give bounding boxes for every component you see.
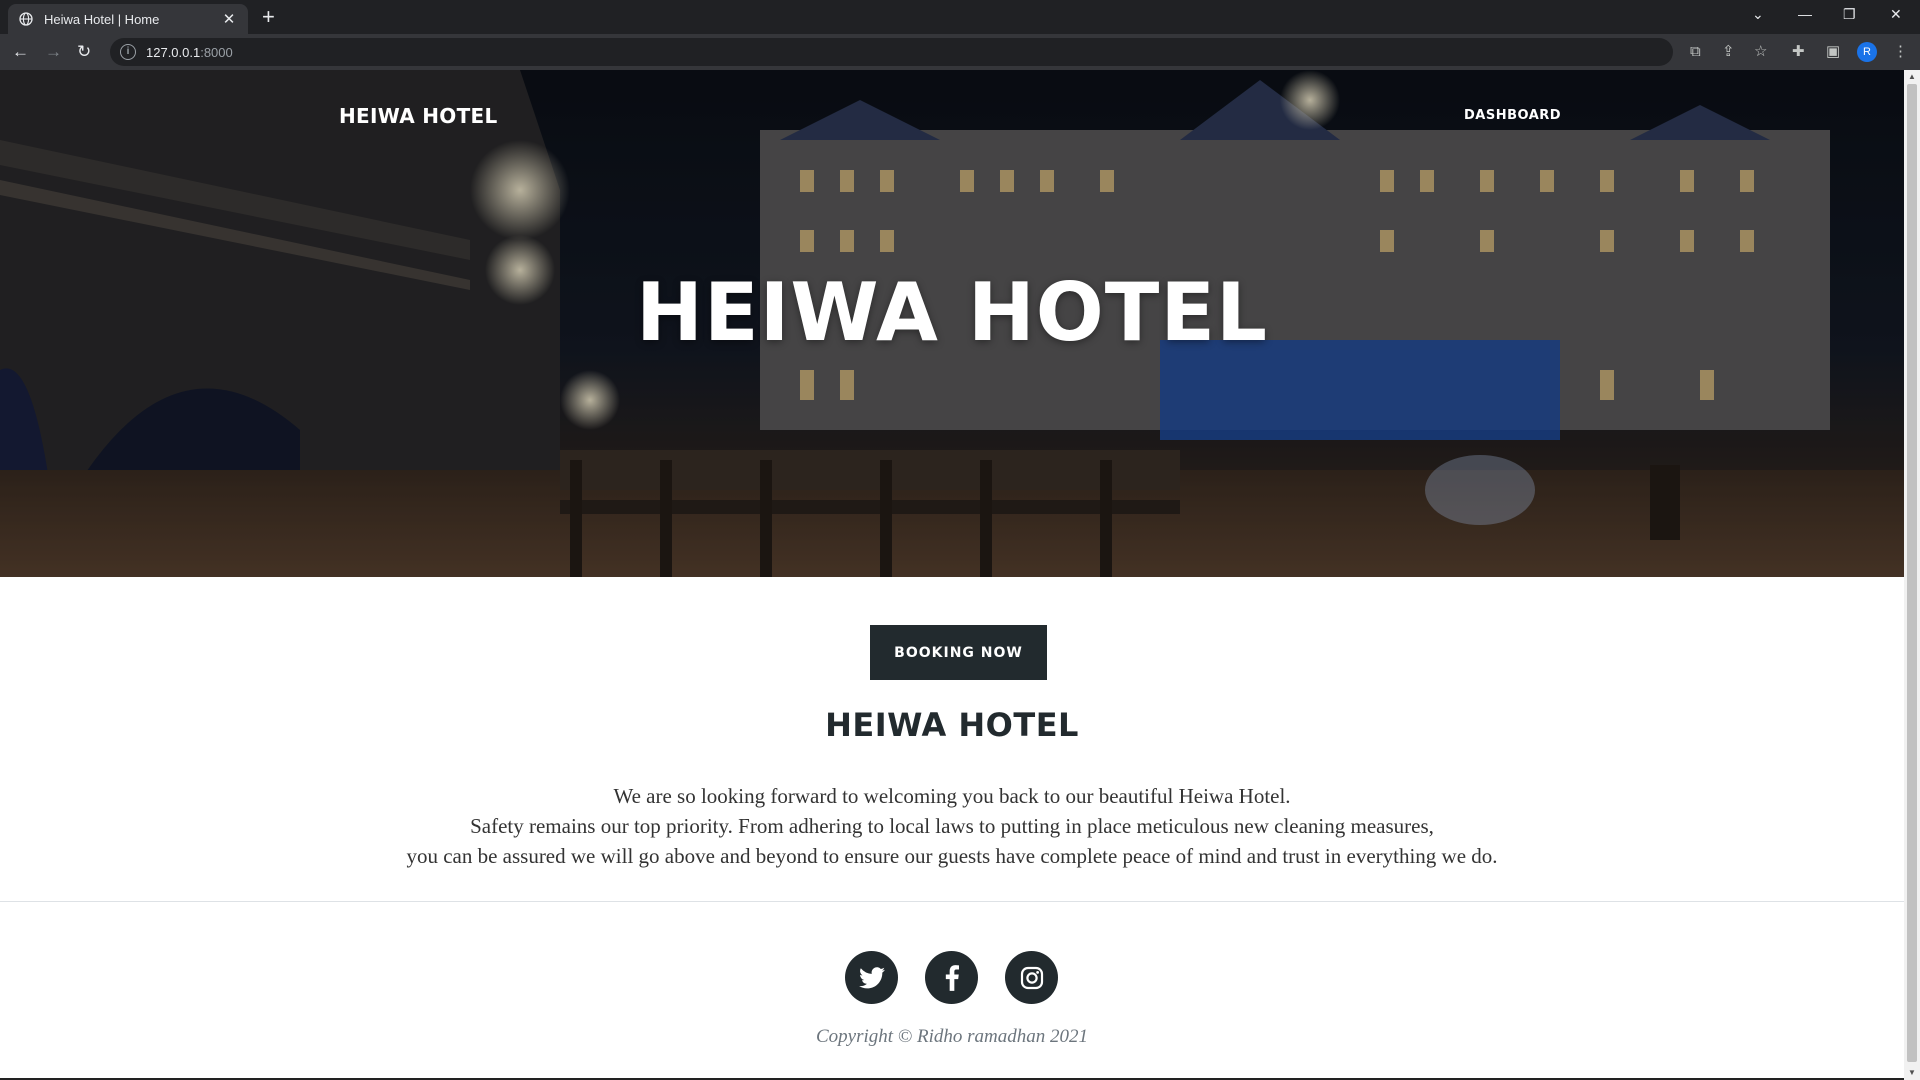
browser-toolbar: ← → ↻ i 127.0.0.1:8000 ⧉ ⇪ ☆ ✚ ▣ R ⋮: [0, 34, 1920, 70]
instagram-button[interactable]: [1005, 951, 1058, 1004]
facebook-button[interactable]: [925, 951, 978, 1004]
description-line: We are so looking forward to welcoming y…: [613, 784, 1291, 808]
tab-search-icon[interactable]: ⌄: [1752, 6, 1764, 23]
bookmark-star-icon[interactable]: ☆: [1754, 43, 1767, 61]
scroll-down-icon[interactable]: ▼: [1908, 1068, 1916, 1077]
twitter-icon: [858, 966, 885, 988]
new-tab-icon[interactable]: +: [262, 6, 275, 28]
back-icon[interactable]: ←: [12, 42, 29, 62]
nav-dashboard-link[interactable]: DASHBOARD: [1464, 108, 1561, 123]
hero-title: HEIWA HOTEL: [636, 266, 1268, 359]
description-line: you can be assured we will go above and …: [406, 844, 1498, 868]
hero-section: HEIWA HOTEL DASHBOARD HEIWA HOTEL: [0, 70, 1904, 577]
restore-icon[interactable]: ❐: [1843, 6, 1856, 23]
minimize-icon[interactable]: —: [1798, 6, 1812, 22]
translate-icon[interactable]: ⧉: [1690, 43, 1701, 61]
close-tab-icon[interactable]: ✕: [220, 10, 238, 28]
profile-avatar[interactable]: R: [1857, 42, 1877, 62]
address-bar[interactable]: i 127.0.0.1:8000: [110, 38, 1673, 66]
globe-icon: [18, 11, 34, 27]
hotel-description: We are so looking forward to welcoming y…: [0, 781, 1904, 871]
browser-tab-strip: Heiwa Hotel | Home ✕ + ⌄ — ❐ ✕: [0, 0, 1920, 34]
page-scrollbar[interactable]: ▲ ▼: [1904, 70, 1920, 1080]
url-host: 127.0.0.1: [146, 44, 201, 60]
twitter-button[interactable]: [845, 951, 898, 1004]
url-port: :8000: [200, 44, 233, 60]
booking-now-button[interactable]: BOOKING NOW: [870, 625, 1047, 680]
scrollbar-thumb[interactable]: [1907, 84, 1917, 1062]
section-title: HEIWA HOTEL: [825, 706, 1079, 744]
window-close-icon[interactable]: ✕: [1890, 6, 1902, 23]
reload-icon[interactable]: ↻: [77, 42, 91, 62]
site-brand-link[interactable]: HEIWA HOTEL: [339, 104, 498, 128]
copyright-text: Copyright © Ridho ramadhan 2021: [816, 1026, 1088, 1047]
instagram-icon: [1020, 966, 1043, 989]
tab-title: Heiwa Hotel | Home: [44, 11, 160, 27]
site-info-icon[interactable]: i: [120, 44, 136, 60]
menu-kebab-icon[interactable]: ⋮: [1893, 43, 1908, 61]
share-icon[interactable]: ⇪: [1722, 43, 1735, 61]
browser-tab[interactable]: Heiwa Hotel | Home ✕: [8, 4, 248, 34]
facebook-icon: [945, 964, 959, 991]
scroll-up-icon[interactable]: ▲: [1908, 72, 1916, 81]
forward-icon[interactable]: →: [45, 42, 62, 62]
footer-divider: [0, 901, 1904, 902]
side-panel-icon[interactable]: ▣: [1826, 43, 1840, 61]
description-line: Safety remains our top priority. From ad…: [470, 814, 1434, 838]
page-viewport: HEIWA HOTEL DASHBOARD HEIWA HOTEL BOOKIN…: [0, 70, 1904, 1080]
extensions-icon[interactable]: ✚: [1792, 43, 1805, 61]
